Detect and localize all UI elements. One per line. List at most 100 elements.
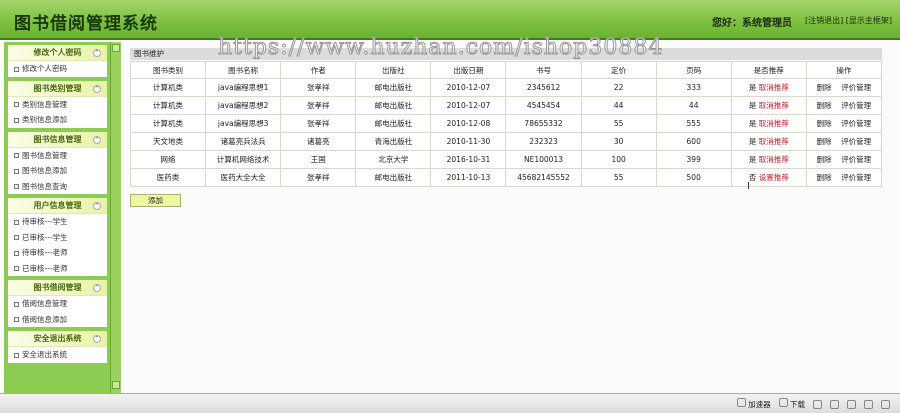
window-icon[interactable]: [864, 399, 873, 409]
section-title: 修改个人密码: [33, 48, 82, 57]
sound-icon[interactable]: [847, 399, 856, 409]
cell-price: 100: [580, 150, 657, 169]
collapse-icon[interactable]: ^: [93, 84, 101, 93]
cell-isbn: 232323: [505, 132, 582, 151]
cell-actions: 删除 评价管理: [805, 168, 883, 187]
cell-date: 2011-10-13: [430, 168, 507, 187]
cell-name: java编程思想3: [205, 114, 282, 133]
cell-price: 30: [580, 132, 657, 151]
sidebar-item[interactable]: 待审核---老师: [8, 245, 107, 261]
sidebar-item[interactable]: 类别信息管理: [8, 97, 107, 113]
add-button[interactable]: 添加: [130, 194, 181, 207]
sidebar-section: 图书借阅管理 ^ 借阅信息管理 借阅信息添加: [8, 280, 107, 327]
show-main-frame-link[interactable]: [显示主框架]: [846, 16, 892, 25]
cell-price: 22: [580, 78, 657, 97]
sidebar-section-header[interactable]: 图书类别管理 ^: [8, 80, 107, 97]
sidebar-item[interactable]: 安全退出系统: [8, 347, 107, 363]
toggle-recommend-link[interactable]: 取消推荐: [759, 137, 789, 146]
cell-pages: 500: [655, 168, 732, 187]
sidebar-section-header[interactable]: 修改个人密码 ^: [8, 45, 107, 61]
sidebar-item[interactable]: 类别信息添加: [8, 112, 107, 128]
delete-link[interactable]: 删除: [817, 155, 832, 164]
cell-price: 55: [580, 114, 657, 133]
review-manage-link[interactable]: 评价管理: [841, 155, 871, 164]
sidebar-section-header[interactable]: 安全退出系统 ^: [8, 331, 107, 347]
collapse-icon[interactable]: ^: [93, 49, 101, 57]
sidebar-section-header[interactable]: 图书借阅管理 ^: [8, 280, 107, 296]
sidebar-section: 图书信息管理 ^ 图书信息管理 图书信息添加 图书信息查询: [8, 131, 107, 195]
table-row: 医药类 医药大全大全 张孝祥 邮电出版社 2011-10-13 45682145552 55…: [129, 168, 883, 187]
collapse-button[interactable]: [112, 44, 120, 52]
section-title: 安全退出系统: [33, 334, 82, 343]
sidebar-item[interactable]: 图书信息管理: [8, 148, 107, 164]
column-header: 出版日期: [430, 61, 507, 79]
sidebar-item[interactable]: 图书信息查询: [8, 179, 107, 195]
toggle-recommend-link[interactable]: 取消推荐: [759, 101, 789, 110]
collapse-icon[interactable]: ^: [93, 335, 101, 343]
vertical-scrollbar[interactable]: [882, 44, 892, 389]
cell-cat: 医药类: [129, 168, 207, 187]
column-header: 定价: [580, 61, 657, 79]
recommend-status: 是: [748, 119, 757, 128]
sidebar-item[interactable]: 待审核---学生: [8, 214, 107, 230]
status-bar: 加速器 下载: [0, 393, 900, 413]
recommend-status: 是: [748, 101, 757, 110]
delete-link[interactable]: 删除: [817, 101, 832, 110]
sidebar-item[interactable]: 已审核---老师: [8, 261, 107, 277]
sidebar: 修改个人密码 ^ 修改个人密码 图书类别管理 ^ 类别信息管理 类别信息添加 图书信息管理 ^ 图…: [4, 42, 110, 393]
sidebar-section-header[interactable]: 用户信息管理 ^: [8, 198, 107, 214]
cell-author: 张孝祥: [280, 96, 357, 115]
review-manage-link[interactable]: 评价管理: [841, 101, 871, 110]
new-tab-icon[interactable]: [813, 399, 822, 409]
delete-link[interactable]: 删除: [817, 83, 832, 92]
collapse-icon[interactable]: ^: [93, 202, 101, 210]
sidebar-section: 图书类别管理 ^ 类别信息管理 类别信息添加: [8, 80, 107, 128]
sidebar-toggle-strip[interactable]: [110, 42, 121, 393]
cell-pub: 青海出版社: [355, 132, 432, 151]
recommend-status: 是: [748, 83, 757, 92]
section-title: 图书信息管理: [33, 134, 82, 144]
column-header: 图书名称: [205, 61, 282, 79]
zoom-icon[interactable]: [881, 399, 890, 409]
table-row: 计算机类 java编程思想1 张孝祥 邮电出版社 2010-12-07 2345612 22…: [129, 78, 883, 97]
accelerator-label: 加速器: [748, 400, 771, 409]
sidebar-item[interactable]: 借阅信息管理: [8, 296, 107, 312]
toggle-recommend-link[interactable]: 取消推荐: [759, 155, 789, 164]
collapse-icon[interactable]: ^: [93, 284, 101, 292]
sidebar-section: 修改个人密码 ^ 修改个人密码: [8, 45, 107, 77]
section-title: 用户信息管理: [33, 201, 82, 210]
cell-isbn: NE100013: [505, 150, 582, 169]
delete-link[interactable]: 删除: [817, 173, 832, 182]
accelerator-button[interactable]: 加速器: [736, 398, 771, 410]
user-greeting: 您好：系统管理员: [712, 18, 792, 29]
review-manage-link[interactable]: 评价管理: [841, 137, 871, 146]
cell-pub: 北京大学: [355, 150, 432, 169]
toggle-recommend-link[interactable]: 取消推荐: [759, 119, 789, 128]
cell-name: java编程思想2: [205, 96, 282, 115]
collapse-icon[interactable]: ^: [93, 135, 101, 144]
sidebar-item[interactable]: 已审核---学生: [8, 230, 107, 246]
cell-date: 2010-12-07: [430, 78, 507, 97]
sidebar-item[interactable]: 借阅信息添加: [8, 312, 107, 328]
delete-link[interactable]: 删除: [817, 137, 832, 146]
cell-cat: 网络: [129, 150, 207, 169]
toggle-recommend-link[interactable]: 取消推荐: [759, 83, 789, 92]
recommend-status: 否: [748, 173, 757, 182]
review-manage-link[interactable]: 评价管理: [841, 173, 871, 182]
cell-actions: 删除 评价管理: [805, 96, 883, 115]
toggle-recommend-link[interactable]: 设置推荐: [759, 173, 789, 182]
trash-icon[interactable]: [830, 399, 839, 409]
download-button[interactable]: 下载: [778, 398, 805, 410]
sidebar-section-header[interactable]: 图书信息管理 ^: [8, 131, 107, 148]
scroll-down-button[interactable]: [112, 381, 120, 389]
sidebar-item[interactable]: 图书信息添加: [8, 163, 107, 179]
logout-link[interactable]: [注销退出]: [805, 16, 843, 25]
column-header: 出版社: [355, 61, 432, 79]
cell-date: 2010-12-08: [430, 114, 507, 133]
delete-link[interactable]: 删除: [817, 119, 832, 128]
cell-author: 张孝祥: [280, 168, 357, 187]
recommend-status: 是: [748, 137, 757, 146]
review-manage-link[interactable]: 评价管理: [841, 119, 871, 128]
review-manage-link[interactable]: 评价管理: [841, 83, 871, 92]
sidebar-item[interactable]: 修改个人密码: [8, 61, 107, 77]
